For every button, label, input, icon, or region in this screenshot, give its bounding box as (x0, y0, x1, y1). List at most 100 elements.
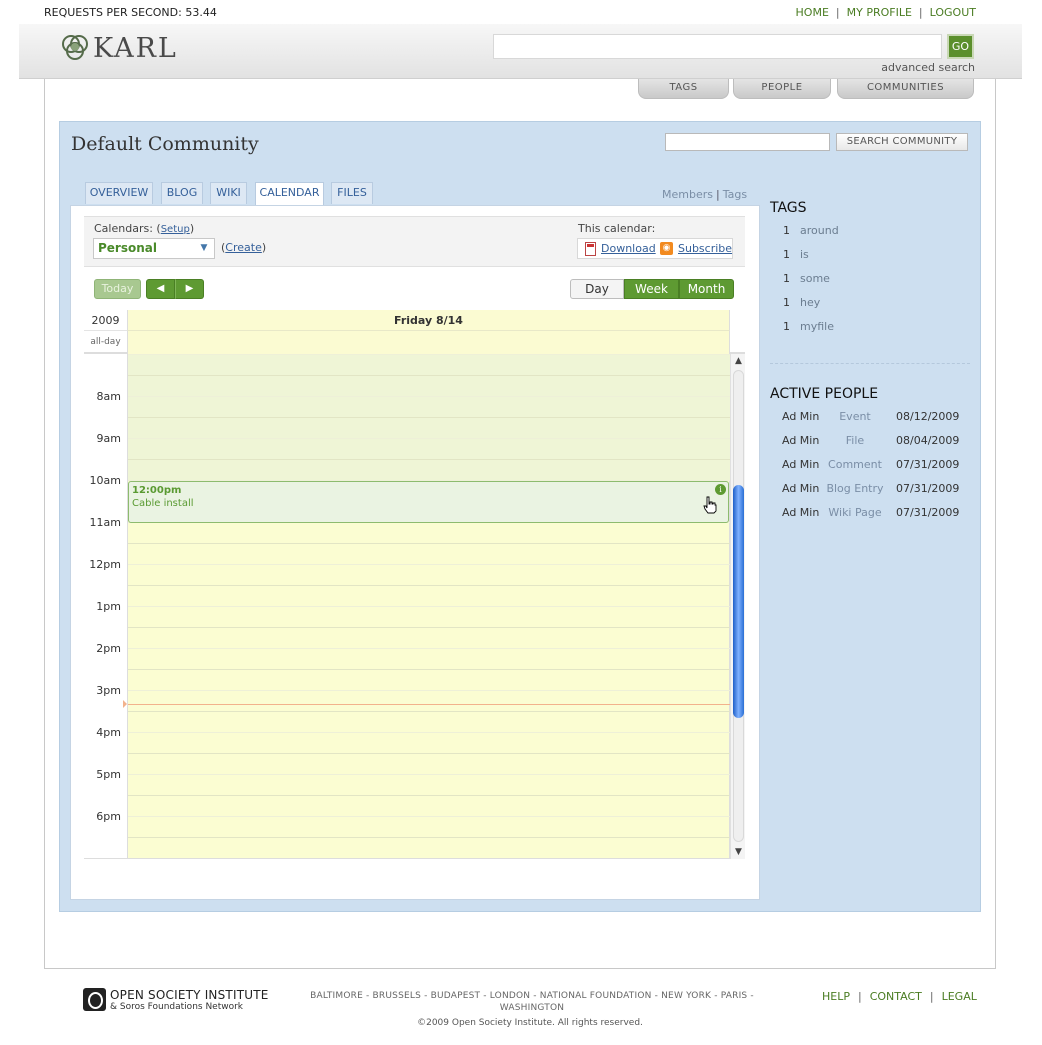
calendar-select[interactable]: Personal ▼ (93, 238, 215, 259)
go-button[interactable]: GO (947, 34, 974, 59)
calendar-event[interactable]: 12:00pm Cable install i (128, 481, 729, 523)
active-people-heading: ACTIVE PEOPLE (770, 386, 879, 402)
tag-link[interactable]: hey (800, 296, 820, 309)
hour-label: 8am (96, 390, 121, 403)
all-day-slot[interactable] (127, 331, 730, 354)
tab-wiki[interactable]: WIKI (210, 182, 247, 204)
tag-count: 1 (783, 272, 790, 285)
scroll-thumb[interactable] (733, 485, 744, 718)
person-link[interactable]: Ad Min (782, 458, 819, 471)
create-wrapper: (Create) (221, 241, 267, 254)
grid-line (128, 417, 731, 418)
grid-line (128, 354, 731, 355)
help-link[interactable]: HELP (822, 990, 850, 1003)
day-view-button[interactable]: Day (570, 279, 624, 299)
calendar-toolbar: Calendars: (Setup) Personal ▼ (Create) T… (84, 216, 745, 267)
cities-list: BALTIMORE - BRUSSELS - BUDAPEST - LONDON… (310, 991, 754, 1013)
scroll-down-arrow-icon[interactable]: ▼ (731, 845, 746, 859)
setup-link[interactable]: Setup (161, 224, 190, 235)
hour-label: 6pm (96, 810, 121, 823)
subscribe-link[interactable]: Subscribe (678, 242, 732, 255)
current-time-marker (123, 700, 127, 708)
person-link[interactable]: Ad Min (782, 434, 819, 447)
hour-label: 2pm (96, 642, 121, 655)
info-icon[interactable]: i (715, 484, 726, 495)
osi-logo-icon (83, 988, 106, 1011)
tags-link[interactable]: Tags (723, 188, 747, 201)
person-link[interactable]: Ad Min (782, 506, 819, 519)
tag-link[interactable]: is (800, 248, 809, 261)
create-link[interactable]: Create (225, 241, 262, 254)
grid-line (128, 837, 731, 838)
grid-line (128, 606, 731, 607)
separator: | (835, 6, 840, 19)
year-label: 2009 (84, 310, 127, 331)
tab-calendar[interactable]: CALENDAR (255, 182, 324, 206)
logout-link[interactable]: LOGOUT (930, 6, 976, 19)
community-search-input[interactable] (665, 133, 830, 151)
search-community-button[interactable]: SEARCH COMMUNITY (836, 133, 968, 151)
rss-icon[interactable]: ◉ (660, 242, 673, 255)
my-profile-link[interactable]: MY PROFILE (847, 6, 912, 19)
grid-line (128, 795, 731, 796)
home-link[interactable]: HOME (796, 6, 829, 19)
calendar-actions: Download ◉ Subscribe (577, 238, 733, 259)
activity-date: 08/12/2009 (896, 410, 960, 423)
person-link[interactable]: Ad Min (782, 410, 819, 423)
activity-date: 07/31/2009 (896, 458, 960, 471)
grid-line (128, 585, 731, 586)
scroll-up-arrow-icon[interactable]: ▲ (731, 354, 746, 368)
tab-people[interactable]: PEOPLE (733, 79, 831, 99)
karl-logo[interactable]: KARL (59, 31, 178, 65)
day-column[interactable] (127, 354, 731, 858)
next-button[interactable]: ▶ (175, 279, 204, 299)
grid-line (128, 564, 731, 565)
global-search-input[interactable] (493, 34, 942, 59)
today-button[interactable]: Today (94, 279, 141, 299)
footer-links: HELP | CONTACT | LEGAL (822, 990, 977, 1003)
calendars-label: Calendars: (Setup) (94, 222, 195, 235)
calendars-label-text: Calendars: (94, 222, 153, 235)
activity-date: 07/31/2009 (896, 482, 960, 495)
person-link[interactable]: Ad Min (782, 482, 819, 495)
org-name: OPEN SOCIETY INSTITUTE (110, 988, 269, 1002)
activity-type: Event (839, 410, 871, 423)
previous-button[interactable]: ◀ (146, 279, 175, 299)
tag-link[interactable]: around (800, 224, 839, 237)
activity-date: 08/04/2009 (896, 434, 960, 447)
advanced-search-link[interactable]: advanced search (881, 61, 975, 74)
hour-label: 3pm (96, 684, 121, 697)
tab-tags[interactable]: TAGS (638, 79, 729, 99)
calendar-select-value: Personal (98, 241, 157, 255)
hand-cursor-icon (703, 496, 717, 514)
hour-label: 12pm (89, 558, 121, 571)
page-title: Default Community (71, 133, 259, 155)
download-icon[interactable] (585, 242, 596, 256)
separator: | (857, 990, 862, 1003)
tab-overview[interactable]: OVERVIEW (85, 182, 153, 204)
tab-files[interactable]: FILES (331, 182, 373, 204)
calendar-scrollbar[interactable]: ▲ ▼ (730, 354, 745, 859)
download-link[interactable]: Download (601, 242, 656, 255)
grid-line (128, 711, 731, 712)
calendar-header: 2009 all-day Friday 8/14 (84, 310, 745, 354)
logo-text: KARL (93, 32, 178, 64)
tab-blog[interactable]: BLOG (161, 182, 203, 204)
copyright: ©2009 Open Society Institute. All rights… (417, 1018, 643, 1028)
week-view-button[interactable]: Week (624, 279, 679, 299)
grid-line (128, 774, 731, 775)
hour-label: 9am (96, 432, 121, 445)
month-view-button[interactable]: Month (679, 279, 734, 299)
tag-link[interactable]: some (800, 272, 830, 285)
event-title: Cable install (132, 498, 194, 509)
tag-link[interactable]: myfile (800, 320, 834, 333)
chevron-down-icon[interactable]: ▼ (194, 239, 214, 258)
site-header: KARL GO advanced search (19, 24, 1022, 79)
legal-link[interactable]: LEGAL (942, 990, 977, 1003)
members-link[interactable]: Members (662, 188, 713, 201)
tab-communities[interactable]: COMMUNITIES (837, 79, 974, 99)
calendar-body: 8am 9am 10am 11am 12pm 1pm 2pm 3pm 4pm 5… (84, 354, 745, 859)
contact-link[interactable]: CONTACT (870, 990, 922, 1003)
tag-count: 1 (783, 248, 790, 261)
hour-label: 1pm (96, 600, 121, 613)
